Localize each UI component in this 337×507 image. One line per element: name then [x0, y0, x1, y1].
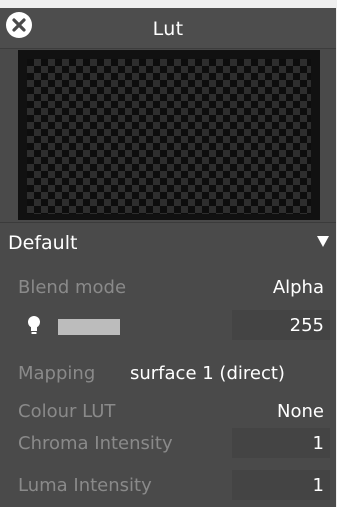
- chroma-intensity-input[interactable]: 1: [232, 428, 330, 458]
- chroma-intensity-row: Chroma Intensity 1: [0, 428, 336, 460]
- blend-mode-row: Blend mode Alpha: [0, 272, 336, 304]
- blend-mode-label: Blend mode: [18, 277, 127, 298]
- mapping-value[interactable]: surface 1 (direct): [130, 363, 285, 384]
- luma-intensity-row: Luma Intensity 1: [0, 470, 336, 502]
- blend-mode-value[interactable]: Alpha: [273, 277, 324, 298]
- triangle-down-icon: [317, 236, 329, 247]
- transparency-checkerboard: [27, 59, 311, 214]
- preset-dropdown[interactable]: Default: [0, 225, 336, 261]
- colour-lut-row: Colour LUT None: [0, 396, 336, 428]
- lut-panel: Lut Default Blend mode Alpha 255 Mapping…: [0, 8, 336, 507]
- title-bar: Lut: [0, 8, 336, 49]
- chroma-intensity-label: Chroma Intensity: [18, 433, 173, 454]
- lightbulb-icon[interactable]: [26, 314, 42, 338]
- opacity-value: 255: [289, 315, 324, 336]
- colour-lut-label: Colour LUT: [18, 401, 116, 422]
- luma-intensity-label: Luma Intensity: [18, 475, 152, 496]
- chroma-intensity-value: 1: [312, 433, 324, 454]
- color-swatch[interactable]: [58, 319, 120, 335]
- opacity-input[interactable]: 255: [232, 310, 330, 340]
- luma-intensity-input[interactable]: 1: [232, 470, 330, 500]
- colour-lut-value[interactable]: None: [277, 401, 324, 422]
- luma-intensity-value: 1: [312, 475, 324, 496]
- lut-preview: [18, 50, 320, 220]
- divider: [0, 222, 336, 223]
- mapping-row: Mapping surface 1 (direct): [0, 358, 336, 390]
- window-title: Lut: [152, 18, 184, 40]
- opacity-row: 255: [0, 310, 336, 342]
- preset-label: Default: [8, 232, 78, 254]
- mapping-label: Mapping: [18, 363, 96, 384]
